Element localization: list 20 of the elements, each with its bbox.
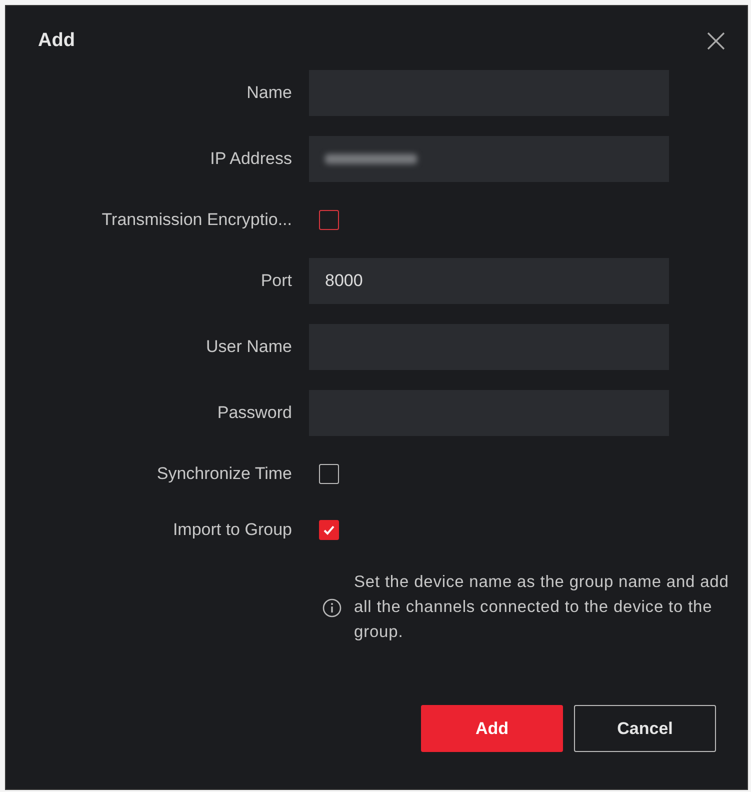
info-icon xyxy=(322,598,342,618)
field-label: Port xyxy=(260,271,292,291)
input-field[interactable] xyxy=(309,136,669,182)
checkbox[interactable] xyxy=(319,464,339,484)
input-field[interactable]: 8000 xyxy=(309,258,669,304)
hint-text: Set the device name as the group name and add all the channels connected to the device to the group. xyxy=(354,572,730,643)
dialog-title: Add xyxy=(38,30,75,52)
add-button[interactable]: Add xyxy=(421,705,563,752)
cancel-button[interactable]: Cancel xyxy=(574,705,716,752)
close-icon[interactable] xyxy=(707,32,725,50)
checkbox[interactable] xyxy=(319,520,339,540)
checkmark-icon xyxy=(322,523,336,537)
field-label: Password xyxy=(216,403,292,423)
field-label: User Name xyxy=(205,337,292,357)
field-label: Name xyxy=(246,83,292,103)
field-label: Transmission Encryptio... xyxy=(100,210,292,230)
checkbox[interactable] xyxy=(319,210,339,230)
field-label: Synchronize Time xyxy=(156,464,292,484)
field-label: IP Address xyxy=(209,149,292,169)
field-label: Import to Group xyxy=(172,520,292,540)
